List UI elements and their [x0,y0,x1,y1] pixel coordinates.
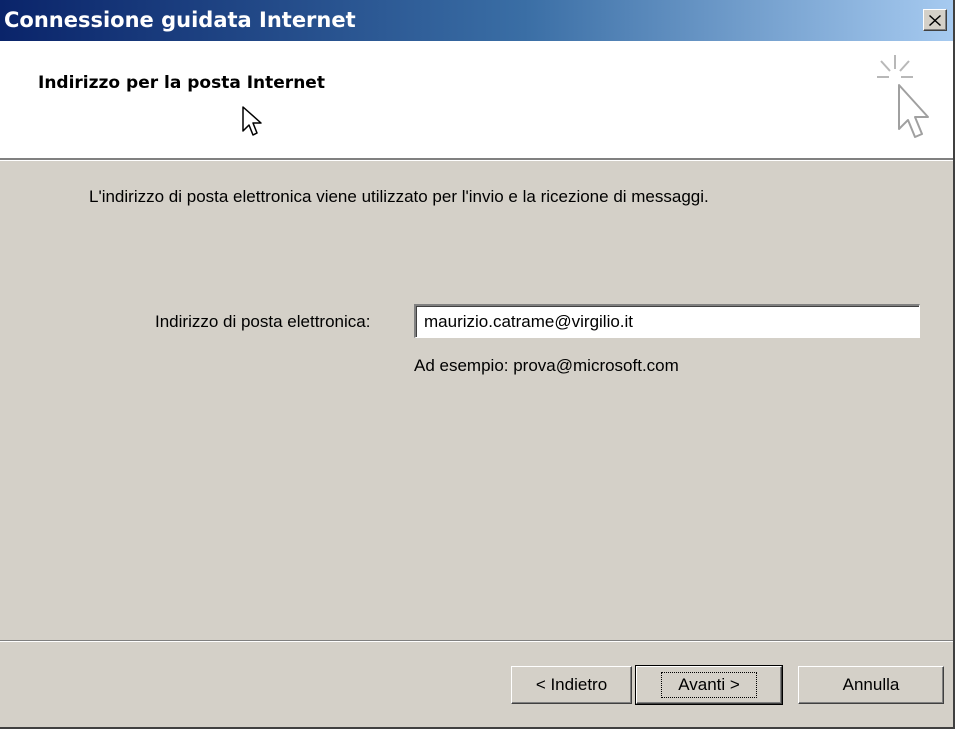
wizard-cursor-icon [877,55,929,138]
description-text: L'indirizzo di posta elettronica viene u… [89,187,709,206]
email-field[interactable] [414,304,920,338]
title-bar[interactable]: Connessione guidata Internet [0,0,953,41]
close-button[interactable] [923,9,947,31]
footer-divider [0,640,953,642]
wizard-header: Indirizzo per la posta Internet [0,41,953,160]
close-icon [929,14,941,26]
email-example-hint: Ad esempio: prova@microsoft.com [414,356,679,375]
next-button[interactable]: Avanti > [635,665,783,705]
back-button[interactable]: < Indietro [511,666,632,704]
cancel-button[interactable]: Annulla [798,666,944,704]
mouse-pointer-icon [242,106,262,136]
email-label: Indirizzo di posta elettronica: [155,312,371,331]
page-title: Indirizzo per la posta Internet [38,73,325,93]
wizard-dialog: Connessione guidata Internet Indirizzo p… [0,0,955,729]
next-button-label: Avanti > [661,672,757,698]
window-title: Connessione guidata Internet [4,8,356,32]
